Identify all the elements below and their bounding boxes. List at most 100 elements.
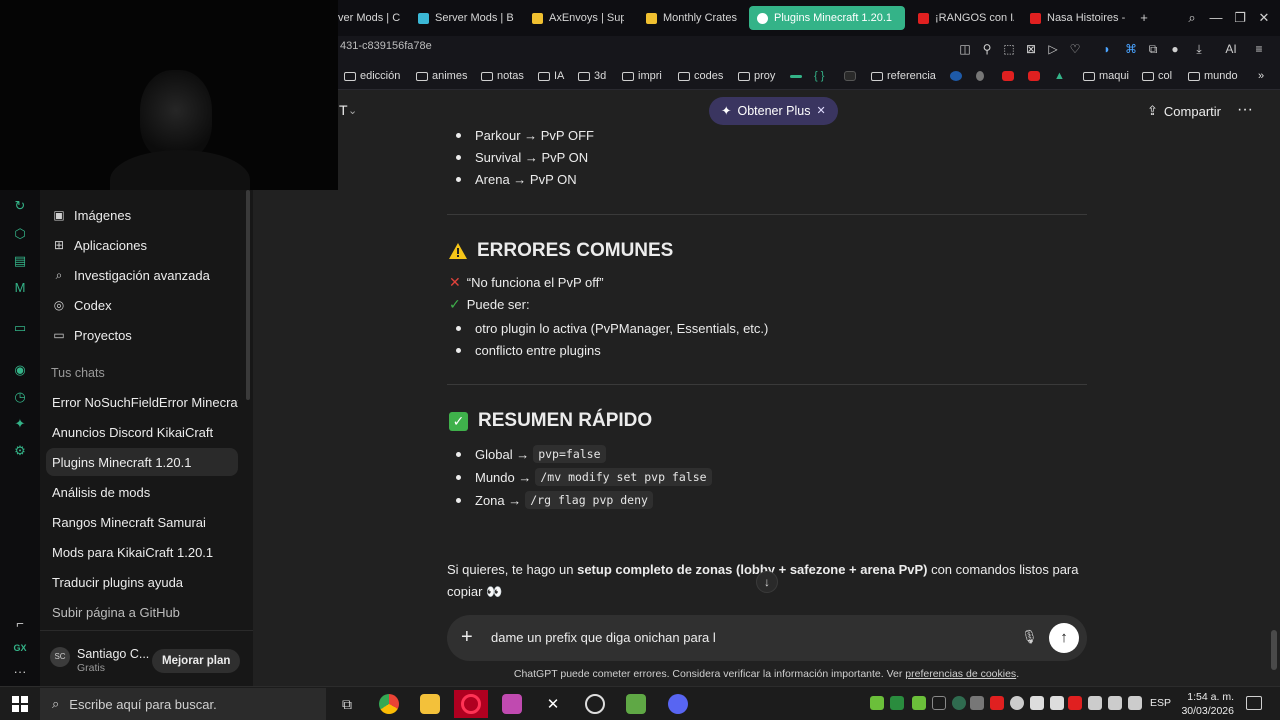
extensions-icon[interactable]: ⧉ [1144, 40, 1162, 58]
bookmark-folder[interactable]: notas [481, 68, 524, 84]
bookmark-folder[interactable]: 3d [578, 68, 606, 84]
twitch-icon[interactable]: ▭ [12, 320, 28, 336]
capcut-icon[interactable]: ✕ [536, 690, 570, 718]
upgrade-plan-button[interactable]: Mejorar plan [152, 649, 241, 673]
cookie-preferences-link[interactable]: preferencias de cookies [905, 668, 1016, 680]
bookmark-folder[interactable]: mundo [1188, 68, 1238, 84]
bookmark-folder[interactable]: referencia [871, 68, 936, 84]
share-button[interactable]: ⇪ Compartir [1147, 103, 1221, 119]
bookmark-folder[interactable]: animes [416, 68, 467, 84]
chrome-icon[interactable] [372, 690, 406, 718]
windows-start-icon[interactable] [12, 696, 28, 712]
refresh-icon[interactable]: ↻ [12, 198, 28, 214]
discord-icon[interactable] [661, 690, 695, 718]
chat-history-item[interactable]: Subir página a GitHub [46, 598, 238, 626]
new-tab-icon[interactable]: + [1136, 10, 1152, 26]
sidebar-item-codex[interactable]: ◎ Codex [46, 291, 238, 319]
attach-plus-icon[interactable]: + [461, 627, 473, 647]
gx-icon[interactable]: GX [12, 640, 28, 656]
notifications-icon[interactable] [1246, 696, 1262, 710]
chevron-down-icon[interactable]: ⌄ [348, 104, 357, 117]
browser-tab[interactable]: Monthly Crates [638, 6, 742, 30]
tray-app-icon[interactable] [870, 696, 884, 710]
bookmark-folder[interactable]: proy [738, 68, 775, 84]
translate-icon[interactable]: ⌘ [1122, 40, 1140, 58]
file-explorer-icon[interactable] [413, 690, 447, 718]
close-window-icon[interactable]: ✕ [1256, 10, 1272, 26]
more-options-icon[interactable]: ··· [1237, 101, 1253, 119]
network-icon[interactable] [1088, 696, 1102, 710]
chat-history-item[interactable]: Anuncios Discord KikaiCraft [46, 418, 238, 446]
maximize-icon[interactable]: ❐ [1232, 10, 1248, 26]
search-icon[interactable]: ⌕ [1184, 10, 1200, 26]
play-circle-icon[interactable]: ◉ [12, 362, 28, 378]
browser-tab-active[interactable]: Plugins Minecraft 1.20.1 [749, 6, 905, 30]
chat-history-item-active[interactable]: Plugins Minecraft 1.20.1 [46, 448, 238, 476]
tray-app-icon[interactable] [1030, 696, 1044, 710]
sidebar-scrollbar[interactable] [246, 190, 250, 400]
audio-icon[interactable]: ◗ [1098, 40, 1116, 58]
tray-app-icon[interactable] [990, 696, 1004, 710]
sidebar-item-projects[interactable]: ▭ Proyectos [46, 321, 238, 349]
settings-icon[interactable]: ⚙ [12, 443, 28, 459]
more-bookmarks-icon[interactable]: » [1258, 68, 1264, 84]
tray-app-icon[interactable] [912, 696, 926, 710]
bookmark-link[interactable]: { } [814, 68, 824, 84]
browser-tab[interactable]: AxEnvoys | Sup [524, 6, 624, 30]
send-button[interactable]: ↑ [1049, 623, 1079, 653]
screenshot-icon[interactable]: ⬚ [1000, 40, 1018, 58]
minecraft-icon[interactable] [619, 690, 653, 718]
tray-app-icon[interactable] [1128, 696, 1142, 710]
package-icon[interactable]: ⬡ [12, 226, 28, 242]
audio-meter-icon[interactable] [970, 696, 984, 710]
puzzle-icon[interactable]: ✦ [12, 416, 28, 432]
browser-tab[interactable]: Server Mods | B [410, 6, 516, 30]
taskbar-clock[interactable]: 1:54 a. m. 30/03/2026 [1180, 690, 1234, 718]
tray-app-icon[interactable] [1068, 696, 1082, 710]
clock-icon[interactable]: ◷ [12, 389, 28, 405]
tray-app-icon[interactable] [932, 696, 946, 710]
bookmark-link[interactable]: ▲ [1054, 68, 1065, 84]
tray-app-icon[interactable] [1050, 696, 1064, 710]
sidebar-toggle-icon[interactable]: ◫ [956, 40, 974, 58]
heart-icon[interactable]: ♡ [1066, 40, 1084, 58]
chat-history-item[interactable]: Rangos Minecraft Samurai [46, 508, 238, 536]
bookmark-folder[interactable]: codes [678, 68, 723, 84]
bookmark-folder[interactable]: IA [538, 68, 564, 84]
bookmark-link[interactable] [1002, 68, 1014, 84]
sidebar-item-research[interactable]: ⌕ Investigación avanzada [46, 261, 238, 289]
minimize-icon[interactable]: — [1208, 10, 1224, 26]
bookmark-folder[interactable]: maqui [1083, 68, 1129, 84]
bookmark-folder[interactable]: edicción [344, 68, 400, 84]
browser-tab[interactable]: ver Mods | C [330, 6, 402, 30]
download-icon[interactable]: ⤓ [1190, 40, 1208, 58]
app-m-icon[interactable]: M [12, 280, 28, 296]
pin-icon[interactable]: ⚲ [978, 40, 996, 58]
volume-icon[interactable] [1108, 696, 1122, 710]
task-view-icon[interactable]: ⧉ [330, 690, 364, 718]
more-icon[interactable]: ··· [12, 664, 28, 680]
grid-icon[interactable]: ▤ [12, 253, 28, 269]
opera-gx-icon[interactable] [454, 690, 488, 718]
block-icon[interactable]: ⊠ [1022, 40, 1040, 58]
close-icon[interactable]: ✕ [816, 97, 825, 125]
github-icon[interactable] [578, 690, 612, 718]
tray-app-icon[interactable] [1010, 696, 1024, 710]
bookmark-folder[interactable]: col [1142, 68, 1172, 84]
browser-tab[interactable]: ¡RANGOS con IA [910, 6, 1014, 30]
browser-tab[interactable]: Nasa Histoires - [1022, 6, 1126, 30]
chat-history-item[interactable]: Traducir plugins ayuda [46, 568, 238, 596]
taskbar-search[interactable]: ⌕ Escribe aquí para buscar. [40, 688, 326, 720]
message-input[interactable]: dame un prefix que diga onichan para l [491, 630, 991, 645]
url-text[interactable]: 431-c839156fa78e [340, 40, 432, 52]
play-icon[interactable]: ▷ [1044, 40, 1062, 58]
scroll-down-button[interactable]: ↓ [756, 571, 778, 593]
bookmark-link[interactable] [790, 68, 802, 84]
sidebar-item-apps[interactable]: ⊞ Aplicaciones [46, 231, 238, 259]
language-indicator[interactable]: ESP [1150, 697, 1171, 709]
profile-icon[interactable]: ● [1166, 40, 1184, 58]
chat-history-item[interactable]: Mods para KikaiCraft 1.20.1 [46, 538, 238, 566]
menu-icon[interactable]: ≡ [1250, 40, 1268, 58]
user-name[interactable]: Santiago C... [77, 647, 149, 661]
chat-history-item[interactable]: Error NoSuchFieldError Minecraft [46, 388, 238, 416]
